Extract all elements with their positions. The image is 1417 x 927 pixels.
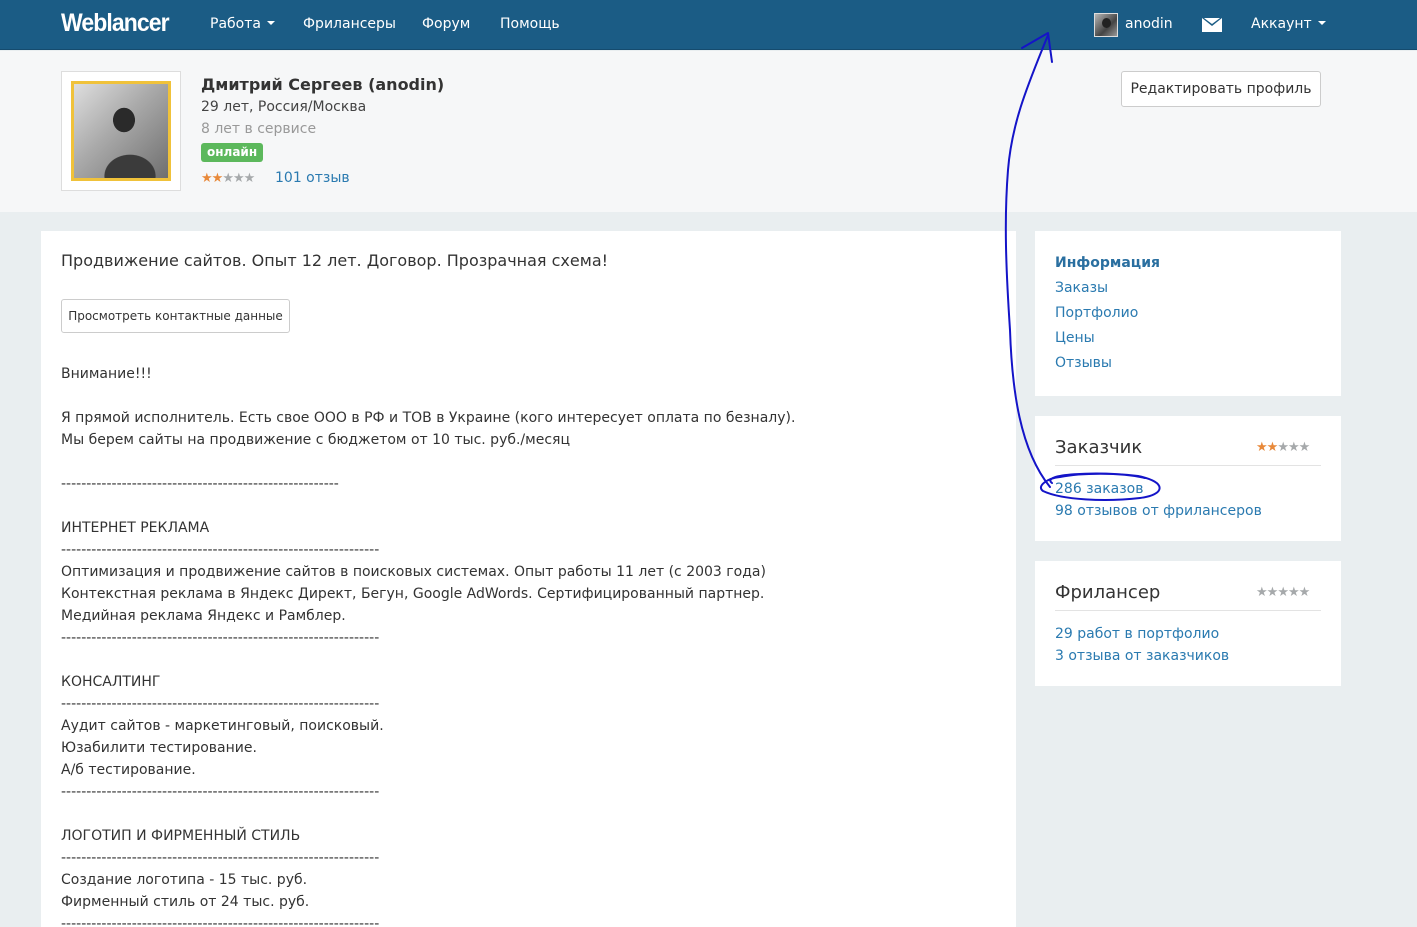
sidebar-item-portfolio[interactable]: Портфолио bbox=[1055, 305, 1138, 321]
profile-header: Дмитрий Сергеев (anodin) 29 лет, Россия/… bbox=[0, 51, 1417, 212]
profile-tagline: Продвижение сайтов. Опыт 12 лет. Договор… bbox=[61, 251, 609, 270]
customer-rating-stars: ★★★★★ bbox=[1256, 440, 1311, 455]
star-icon: ★ bbox=[201, 171, 213, 186]
freelancer-reviews-link[interactable]: 3 отзыва от заказчиков bbox=[1055, 648, 1229, 664]
edit-profile-button[interactable]: Редактировать профиль bbox=[1121, 71, 1321, 107]
profile-photo[interactable] bbox=[71, 81, 171, 181]
freelancer-rating-stars: ★★★★★ bbox=[1256, 585, 1311, 600]
nav-item-freelancers[interactable]: Фрилансеры bbox=[303, 16, 396, 32]
sidebar-item-info[interactable]: Информация bbox=[1055, 255, 1160, 271]
star-icon: ★ bbox=[1298, 440, 1311, 455]
profile-name: Дмитрий Сергеев (anodin) bbox=[201, 75, 445, 94]
nav-item-forum[interactable]: Форум bbox=[422, 16, 470, 32]
customer-stats-card: Заказчик ★★★★★ 286 заказов 98 отзывов от… bbox=[1035, 416, 1341, 541]
nav-item-work[interactable]: Работа bbox=[210, 16, 275, 32]
nav-account-menu[interactable]: Аккаунт bbox=[1251, 16, 1326, 32]
star-icon: ★ bbox=[1256, 585, 1268, 600]
envelope-icon[interactable] bbox=[1202, 18, 1222, 32]
star-icon: ★ bbox=[243, 171, 256, 186]
star-icon: ★ bbox=[232, 171, 245, 186]
star-icon: ★ bbox=[1256, 440, 1268, 455]
star-icon: ★ bbox=[1298, 585, 1311, 600]
site-logo[interactable]: Weblancer bbox=[61, 9, 170, 38]
profile-service-duration: 8 лет в сервисе bbox=[201, 121, 317, 137]
star-icon: ★ bbox=[1277, 585, 1289, 600]
card-divider bbox=[1055, 610, 1321, 611]
user-avatar[interactable] bbox=[1094, 13, 1118, 37]
profile-rating-stars: ★★★★★ bbox=[201, 171, 256, 186]
profile-description: Внимание!!! Я прямой исполнитель. Есть с… bbox=[61, 366, 796, 927]
profile-photo-frame bbox=[61, 71, 181, 191]
star-icon: ★ bbox=[1266, 585, 1279, 600]
card-divider bbox=[1055, 465, 1321, 466]
top-navbar: Weblancer Работа Фрилансеры Форум Помощь… bbox=[0, 0, 1417, 50]
nav-username[interactable]: anodin bbox=[1125, 16, 1173, 32]
star-icon: ★ bbox=[1277, 440, 1289, 455]
customer-reviews-link[interactable]: 98 отзывов от фрилансеров bbox=[1055, 503, 1262, 519]
star-icon: ★ bbox=[1287, 585, 1300, 600]
profile-location: 29 лет, Россия/Москва bbox=[201, 99, 367, 115]
profile-sections-nav: Информация Заказы Портфолио Цены Отзывы bbox=[1035, 231, 1341, 396]
freelancer-portfolio-link[interactable]: 29 работ в портфолио bbox=[1055, 626, 1219, 642]
customer-card-title: Заказчик bbox=[1055, 437, 1143, 458]
nav-account-label: Аккаунт bbox=[1251, 16, 1312, 32]
sidebar-item-reviews[interactable]: Отзывы bbox=[1055, 355, 1112, 371]
sidebar-item-orders[interactable]: Заказы bbox=[1055, 280, 1108, 296]
star-icon: ★ bbox=[1266, 440, 1279, 455]
nav-item-label: Работа bbox=[210, 16, 261, 32]
caret-down-icon bbox=[1317, 21, 1326, 25]
profile-description-card: Продвижение сайтов. Опыт 12 лет. Договор… bbox=[41, 231, 1016, 927]
sidebar-item-prices[interactable]: Цены bbox=[1055, 330, 1095, 346]
profile-reviews-link[interactable]: 101 отзыв bbox=[275, 170, 350, 186]
customer-orders-link[interactable]: 286 заказов bbox=[1055, 481, 1144, 497]
view-contacts-button[interactable]: Просмотреть контактные данные bbox=[61, 299, 290, 333]
freelancer-card-title: Фрилансер bbox=[1055, 582, 1161, 603]
nav-item-help[interactable]: Помощь bbox=[500, 16, 560, 32]
star-icon: ★ bbox=[222, 171, 234, 186]
star-icon: ★ bbox=[211, 171, 224, 186]
caret-down-icon bbox=[266, 21, 275, 25]
online-status-badge: онлайн bbox=[201, 143, 264, 162]
freelancer-stats-card: Фрилансер ★★★★★ 29 работ в портфолио 3 о… bbox=[1035, 561, 1341, 686]
star-icon: ★ bbox=[1287, 440, 1300, 455]
